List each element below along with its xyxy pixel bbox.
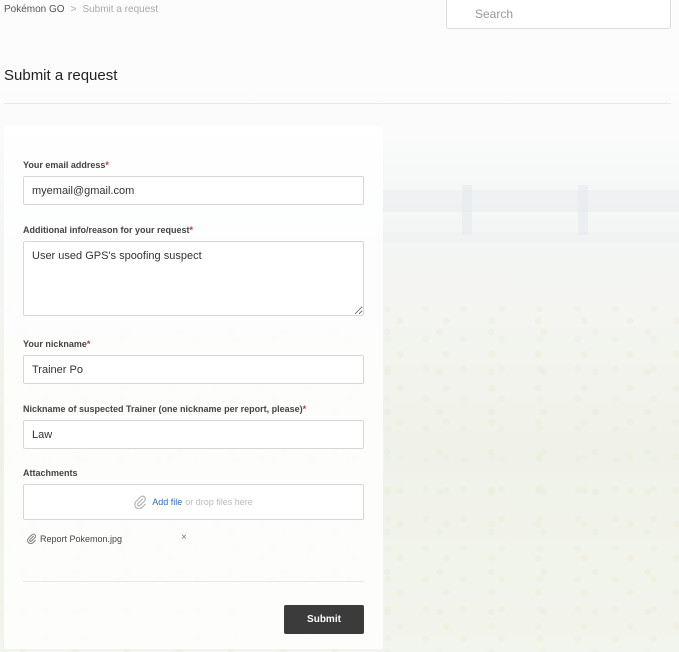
attachments-field-group: Attachments Add file or drop files here [23, 468, 364, 520]
breadcrumb-current[interactable]: Submit a request [82, 4, 158, 15]
attachment-dropzone[interactable]: Add file or drop files here [23, 484, 364, 520]
nickname-field-group: Your nickname* [23, 339, 364, 384]
suspect-nickname-field-group: Nickname of suspected Trainer (one nickn… [23, 404, 364, 449]
attachments-label: Attachments [23, 468, 78, 478]
search-box [446, 0, 671, 29]
nickname-field[interactable] [23, 355, 364, 384]
nickname-label: Your nickname* [23, 339, 91, 349]
add-file-link[interactable]: Add file [152, 497, 182, 507]
suspect-nickname-label: Nickname of suspected Trainer (one nickn… [23, 404, 307, 414]
breadcrumb: Pokémon GO > Submit a request [4, 4, 158, 15]
suspect-nickname-field[interactable] [23, 420, 364, 449]
request-form: Your email address* Additional info/reas… [4, 126, 383, 649]
close-icon[interactable]: × [181, 532, 187, 543]
attachment-item: Report Pokemon.jpg × [27, 532, 187, 544]
required-mark: * [105, 160, 109, 170]
required-mark: * [189, 225, 194, 235]
reason-textarea[interactable]: User used GPS's spoofing suspect [23, 241, 364, 316]
reason-field-group: Additional info/reason for your request*… [23, 225, 364, 316]
search-input[interactable] [447, 7, 670, 21]
breadcrumb-home-link[interactable]: Pokémon GO [4, 4, 65, 15]
email-field[interactable] [23, 176, 364, 205]
paperclip-icon [134, 495, 147, 509]
divider [4, 103, 671, 104]
required-mark: * [86, 339, 91, 349]
email-field-group: Your email address* [23, 160, 364, 205]
submit-button[interactable]: Submit [284, 605, 364, 634]
reason-label: Additional info/reason for your request* [23, 225, 194, 235]
drop-hint: or drop files here [185, 497, 253, 507]
required-mark: * [302, 404, 307, 414]
email-label: Your email address* [23, 160, 109, 170]
breadcrumb-separator: > [70, 4, 77, 15]
divider [23, 581, 364, 582]
paperclip-icon [27, 533, 36, 544]
attachment-filename: Report Pokemon.jpg [40, 533, 123, 544]
page-title: Submit a request [4, 67, 118, 84]
